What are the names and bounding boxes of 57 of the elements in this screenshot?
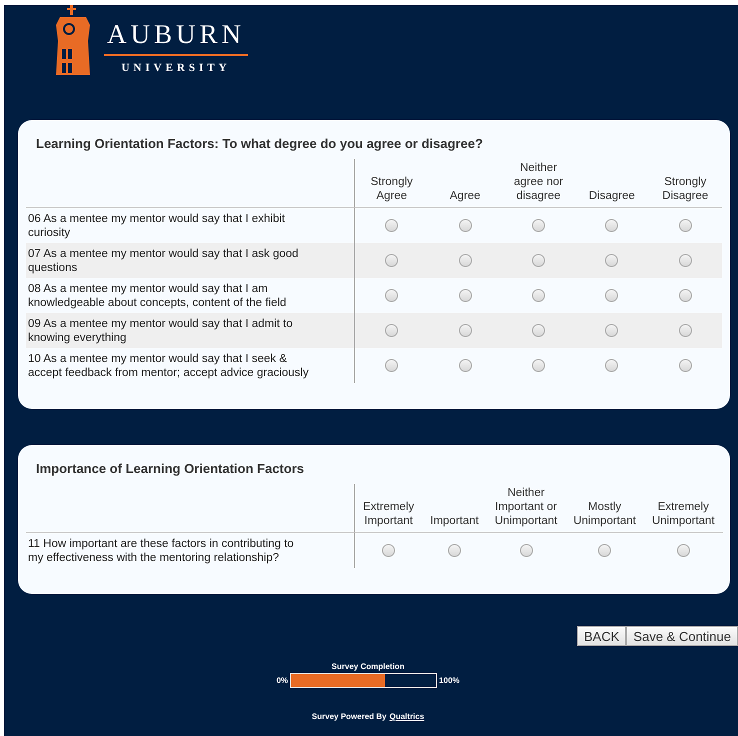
radio-button[interactable] (532, 359, 545, 372)
radio-button[interactable] (678, 359, 692, 372)
column-header: Disagree (588, 189, 635, 203)
statement-text: 07 As a mentee my mentor would say that I ask good questions (28, 246, 300, 274)
column-header: Extremely Important (363, 500, 414, 528)
radio-button[interactable] (458, 289, 472, 302)
column-header: Neither Important or Unimportant (494, 486, 558, 528)
progress-max-label: 100% (439, 676, 460, 685)
statement-text: 08 As a mentee my mentor would say that I am knowledgeable about concepts, content of the field (28, 282, 288, 310)
radio-button[interactable] (385, 219, 398, 232)
column-header: Mostly Unimportant (573, 500, 636, 528)
radio-button[interactable] (458, 254, 472, 267)
radio-button[interactable] (532, 254, 545, 267)
radio-button[interactable] (458, 324, 472, 337)
logo-subtitle: UNIVERSITY (121, 62, 231, 74)
column-header: Neither agree nor disagree (512, 161, 564, 203)
radio-button[interactable] (605, 359, 618, 372)
radio-button[interactable] (532, 324, 545, 337)
radio-button[interactable] (678, 324, 692, 337)
radio-button[interactable] (678, 289, 692, 302)
statement-text: 10 As a mentee my mentor would say that I seek & accept feedback from mentor; accept advice graciously (28, 352, 310, 380)
radio-button[interactable] (605, 254, 618, 267)
radio-button[interactable] (605, 219, 618, 232)
radio-button[interactable] (520, 544, 533, 557)
radio-button[interactable] (598, 544, 612, 557)
radio-button[interactable] (458, 359, 472, 372)
radio-button[interactable] (532, 289, 545, 302)
radio-button[interactable] (605, 324, 618, 337)
radio-button[interactable] (448, 544, 461, 557)
progress-title: Survey Completion (332, 662, 404, 671)
radio-button[interactable] (678, 254, 692, 267)
qualtrics-link[interactable]: Qualtrics (390, 712, 424, 721)
save-continue-button[interactable]: Save & Continue (626, 626, 738, 646)
column-header: Strongly Agree (370, 175, 414, 203)
radio-button[interactable] (532, 219, 545, 232)
radio-button[interactable] (605, 289, 618, 302)
radio-button[interactable] (385, 324, 398, 337)
radio-button[interactable] (676, 544, 690, 557)
radio-button[interactable] (385, 289, 398, 302)
column-header: Extremely Unimportant (652, 500, 715, 528)
column-header: Agree (450, 189, 480, 203)
radio-button[interactable] (382, 544, 396, 557)
footer-text: Survey Powered By (312, 712, 386, 721)
progress-min-label: 0% (276, 676, 288, 685)
radio-button[interactable] (458, 219, 472, 232)
question-title: Importance of Learning Orientation Factors (35, 461, 305, 478)
logo-wordmark: AUBURN (106, 19, 245, 49)
radio-button[interactable] (385, 254, 398, 267)
radio-button[interactable] (385, 359, 398, 372)
question-title: Learning Orientation Factors: To what degree do you agree or disagree? (35, 136, 484, 153)
column-header: Important (430, 514, 479, 528)
statement-text: 11 How important are these factors in contributing to my effectiveness with the mentoring relationship? (28, 536, 295, 564)
statement-text: 09 As a mentee my mentor would say that I admit to knowing everything (28, 316, 294, 344)
radio-button[interactable] (678, 219, 692, 232)
column-header: Strongly Disagree (661, 175, 710, 203)
back-button[interactable]: BACK (577, 626, 626, 646)
statement-text: 06 As a mentee my mentor would say that I exhibit curiosity (28, 212, 286, 240)
